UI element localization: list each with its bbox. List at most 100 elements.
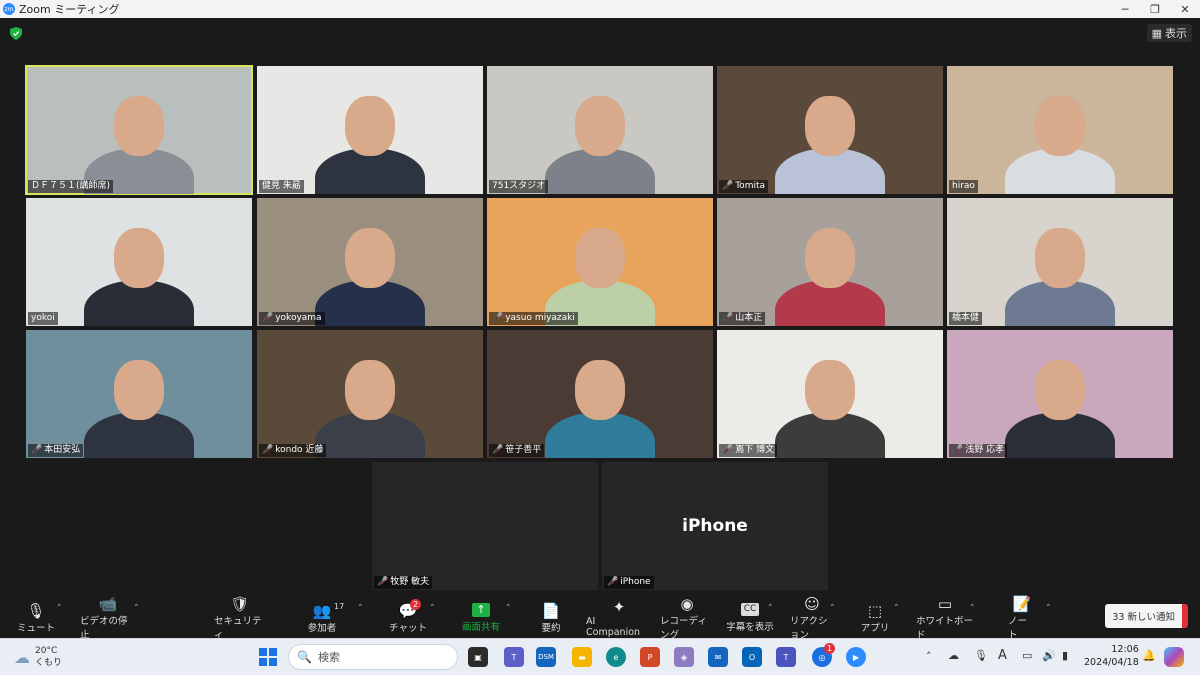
participant-name-label: 🎤̸ 本田安弘 <box>28 444 84 457</box>
reactions-label: リアクション <box>790 616 828 641</box>
share-screen-button[interactable]: ↑ 画面共有 <box>458 598 504 638</box>
view-button[interactable]: ▦ 表示 <box>1146 24 1192 42</box>
teams-work-icon[interactable]: T <box>776 647 796 667</box>
participant-tile[interactable]: 🎤̸ 本田安弘 <box>26 330 252 458</box>
volume-icon[interactable]: 🔊 <box>1042 649 1056 662</box>
notifications-button[interactable]: 33 新しい通知 <box>1105 604 1188 628</box>
muted-microphone-icon: 🎤̸ <box>722 181 734 191</box>
muted-microphone-icon: 🎤̸ <box>262 445 274 455</box>
participant-tile[interactable]: 751スタジオ <box>487 66 713 194</box>
view-label: 表示 <box>1165 27 1187 40</box>
participants-caret-icon[interactable]: ˄ <box>358 604 363 614</box>
taskbar-search[interactable]: 🔍 検索 <box>288 644 458 670</box>
stop-video-button[interactable]: 📹 ビデオの停止 <box>80 595 136 641</box>
notification-bell-icon[interactable]: 🔔 <box>1142 649 1156 662</box>
share-arrow-icon: ↑ <box>472 603 490 617</box>
teams-icon[interactable]: T <box>504 647 524 667</box>
participant-tile[interactable]: 健見 朱勗 <box>257 66 483 194</box>
participant-tile[interactable]: 橋本健 <box>947 198 1173 326</box>
reactions-button[interactable]: ☺ リアクション <box>790 595 834 641</box>
copilot-icon[interactable] <box>1164 647 1184 667</box>
participant-tile[interactable]: 🎤̸ 笹子善平 <box>487 330 713 458</box>
participant-tile[interactable]: 🎤̸ 浅野 応孝 <box>947 330 1173 458</box>
reactions-caret-icon[interactable]: ˄ <box>830 604 835 614</box>
participant-name: 牧野 敏夫 <box>390 577 430 587</box>
participant-video-head <box>1035 96 1085 156</box>
dsm-icon[interactable]: DSM <box>536 647 556 667</box>
participant-tile[interactable]: 🎤̸ yasuo miyazaki <box>487 198 713 326</box>
grid-icon: ▦ <box>1151 26 1162 40</box>
cloud-sync-icon[interactable]: ☁ <box>948 649 959 662</box>
edge-icon[interactable]: e <box>606 647 626 667</box>
captions-caret-icon[interactable]: ˄ <box>768 604 773 614</box>
summary-button[interactable]: 📄 要約 <box>536 598 566 638</box>
display-icon[interactable]: ▭ <box>1022 649 1032 662</box>
participant-name-label: 🎤̸ 山本正 <box>719 312 766 325</box>
weather-widget[interactable]: ☁ 20°C くもり <box>14 645 62 669</box>
participant-name: yasuo miyazaki <box>505 313 575 323</box>
ai-label: AI Companion <box>586 616 641 638</box>
encryption-shield-icon[interactable] <box>10 27 22 40</box>
participant-tile[interactable]: 🎤̸ 牧野 敏夫 <box>372 462 598 590</box>
powerpoint-icon[interactable]: P <box>640 647 660 667</box>
ai-companion-button[interactable]: ✦ AI Companion <box>586 598 652 638</box>
mute-button[interactable]: 🎙 ミュート <box>14 598 58 638</box>
shield-icon: 🛡 <box>230 595 250 613</box>
outlook-icon[interactable]: O <box>742 647 762 667</box>
video-label: ビデオの停止 <box>80 616 128 641</box>
participant-tile[interactable]: 🎤̸ yokoyama <box>257 198 483 326</box>
whiteboard-label: ホワイトボード <box>916 616 974 641</box>
participant-name-label: 751スタジオ <box>489 180 549 193</box>
minimize-icon[interactable]: ─ <box>1110 0 1140 18</box>
battery-icon[interactable]: ▮ <box>1062 649 1068 662</box>
participant-name-label: 🎤̸ Tomita <box>719 180 769 193</box>
participant-video-head <box>345 96 395 156</box>
participants-icon: 👥 <box>312 602 332 620</box>
notes-caret-icon[interactable]: ˄ <box>1046 604 1051 614</box>
search-icon: 🔍 <box>297 650 312 664</box>
participant-tile[interactable]: 🎤̸ Tomita <box>717 66 943 194</box>
tray-microphone-icon[interactable]: 🎙 <box>974 649 988 662</box>
participant-name: yokoyama <box>275 313 322 323</box>
close-icon[interactable]: ✕ <box>1170 0 1200 18</box>
record-button[interactable]: ◉ レコーディング <box>660 595 714 641</box>
notes-button[interactable]: 📝 ノート <box>1008 595 1036 641</box>
participant-name-label: hirao <box>949 180 978 193</box>
zoom-taskbar-icon[interactable]: ▶ <box>846 647 866 667</box>
mute-options-caret-icon[interactable]: ˄ <box>57 604 62 614</box>
participant-tile[interactable]: 🎤̸ kondo 近藤 <box>257 330 483 458</box>
task-view-icon[interactable]: ▣ <box>468 647 488 667</box>
muted-microphone-icon: 🎤̸ <box>722 313 734 323</box>
window-title: Zoom ミーティング <box>19 3 120 16</box>
participant-tile[interactable]: hirao <box>947 66 1173 194</box>
sparkle-icon: ✦ <box>612 598 626 616</box>
participant-tile[interactable]: 🎤̸ 嶌下 博文 <box>717 330 943 458</box>
video-options-caret-icon[interactable]: ˄ <box>134 604 139 614</box>
participant-tile[interactable]: yokoi <box>26 198 252 326</box>
mute-label: ミュート <box>16 623 55 634</box>
windows-start-icon[interactable] <box>258 647 278 667</box>
participant-name: Tomita <box>735 181 766 191</box>
chat-button[interactable]: 💬 チャット <box>388 598 428 638</box>
photos-icon[interactable]: ◈ <box>674 647 694 667</box>
folder-icon[interactable]: ▬ <box>572 647 592 667</box>
share-caret-icon[interactable]: ˄ <box>506 604 511 614</box>
maximize-icon[interactable]: ❐ <box>1140 0 1170 18</box>
apps-caret-icon[interactable]: ˄ <box>894 604 899 614</box>
participant-tile[interactable]: 🎤̸ 山本正 <box>717 198 943 326</box>
participant-name: kondo 近藤 <box>275 445 324 455</box>
participant-name-label: 🎤̸ kondo 近藤 <box>259 444 327 457</box>
search-placeholder: 検索 <box>317 651 340 664</box>
mail-icon[interactable]: ✉ <box>708 647 728 667</box>
participant-tile[interactable]: ＤＦ７５１(講師席) <box>25 65 253 195</box>
clock[interactable]: 12:06 2024/04/18 <box>1084 643 1139 669</box>
chat-caret-icon[interactable]: ˄ <box>430 604 435 614</box>
apps-button[interactable]: ⬚ アプリ <box>860 598 890 638</box>
participant-video-head <box>114 360 164 420</box>
whiteboard-button[interactable]: ▭ ホワイトボード <box>916 595 974 641</box>
ime-icon[interactable]: A <box>998 648 1007 663</box>
security-button[interactable]: 🛡 セキュリティ <box>214 595 266 641</box>
tray-chevron-icon[interactable]: ˄ <box>926 650 932 663</box>
whiteboard-caret-icon[interactable]: ˄ <box>970 604 975 614</box>
participant-tile[interactable]: iPhone 🎤̸ iPhone <box>602 462 828 590</box>
